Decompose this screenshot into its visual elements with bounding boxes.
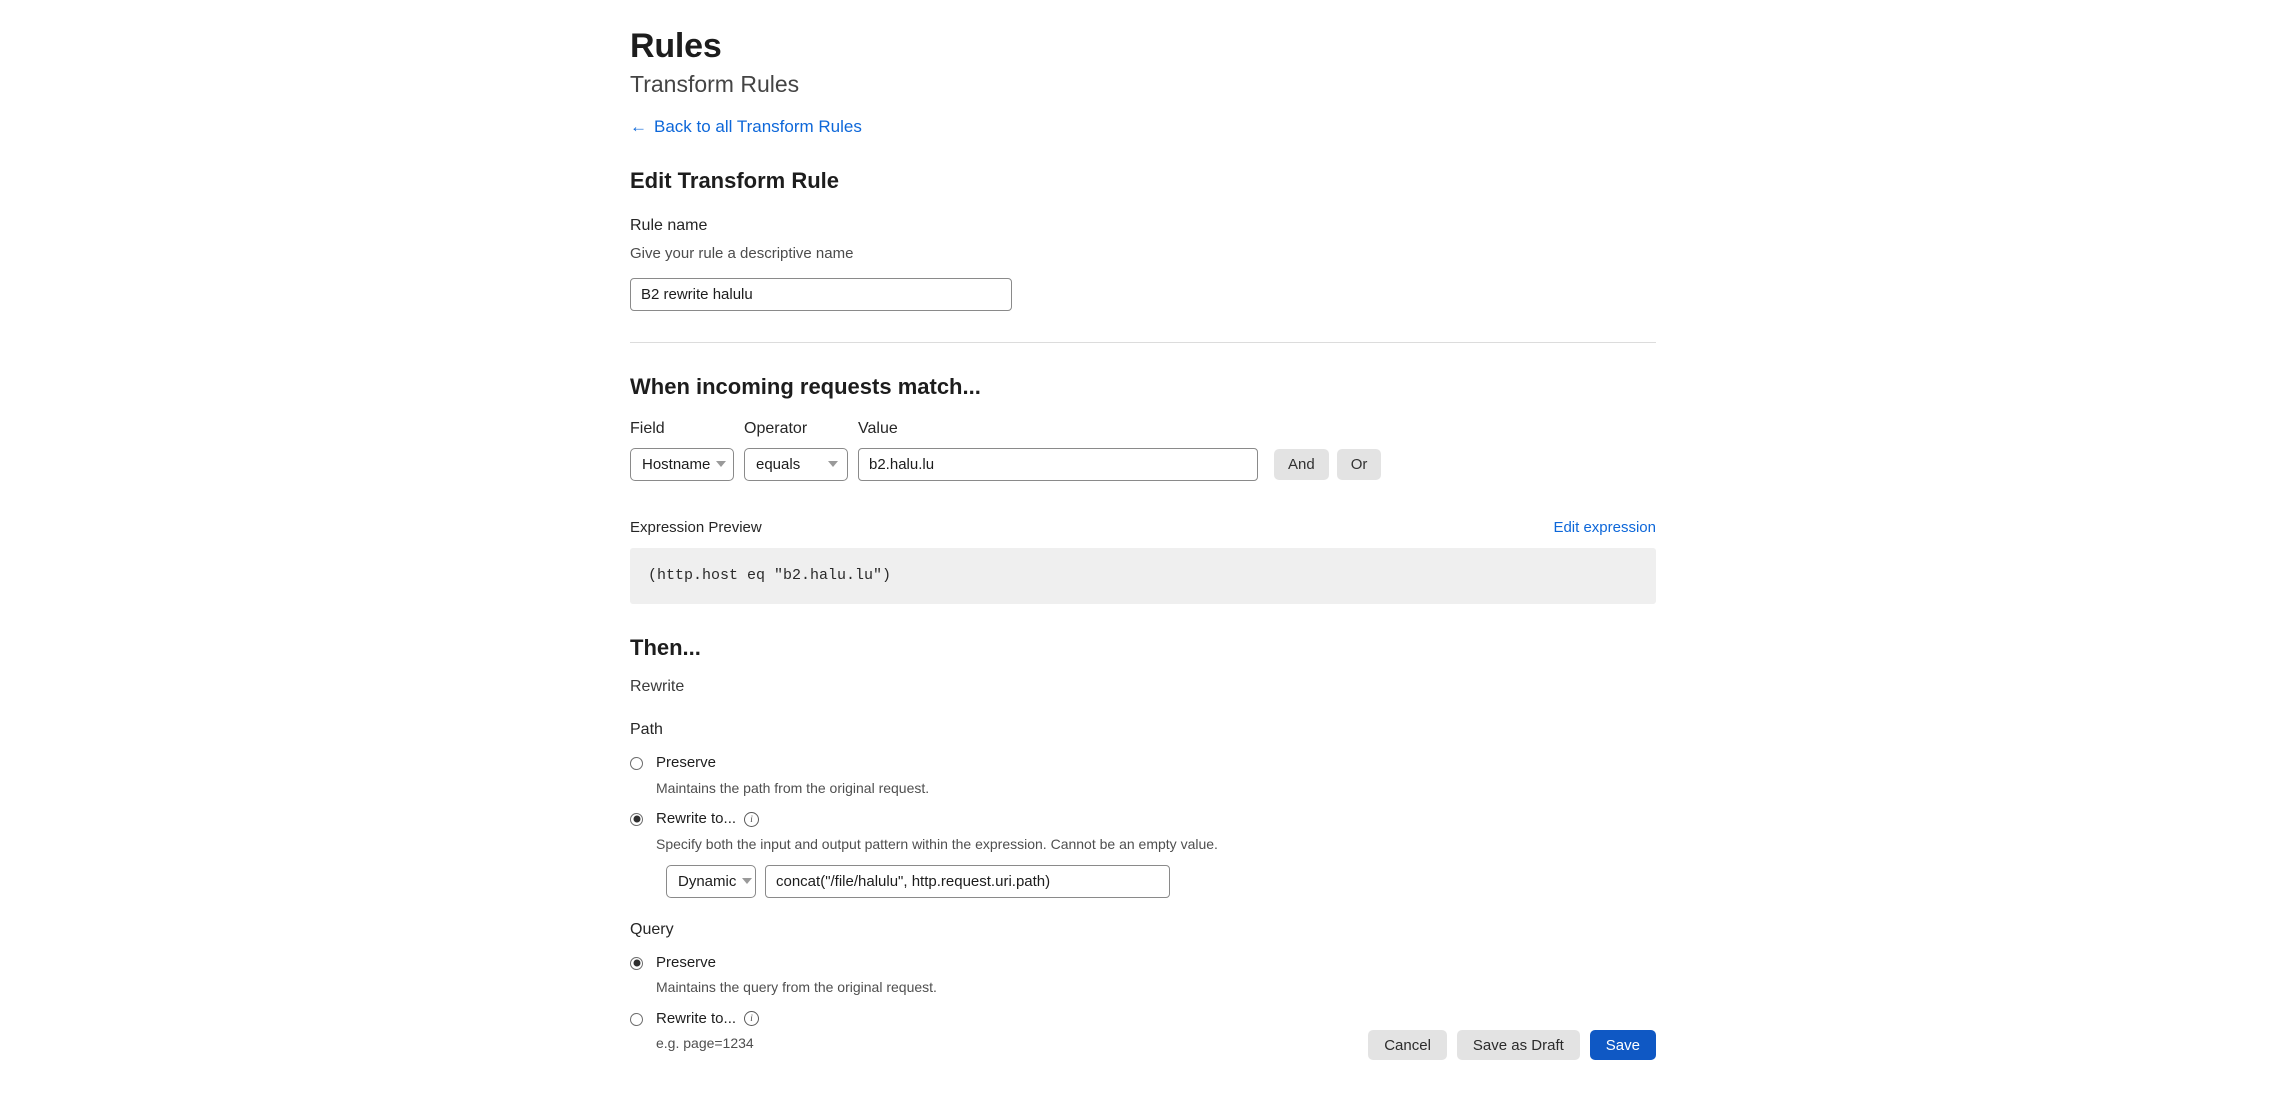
back-to-all-transform-rules-link[interactable]: ← Back to all Transform Rules	[630, 118, 862, 135]
expression-preview-label: Expression Preview	[630, 518, 762, 536]
rewrite-expression-input[interactable]: concat("/file/halulu", http.request.uri.…	[765, 864, 1170, 898]
path-preserve-body: Preserve Maintains the path from the ori…	[656, 754, 929, 797]
path-rewrite-title: Rewrite to... i	[656, 810, 1218, 829]
query-preserve-title: Preserve	[656, 954, 937, 973]
logic-buttons: And Or	[1274, 448, 1382, 481]
or-button[interactable]: Or	[1336, 448, 1382, 480]
operator-select-value: equals	[756, 455, 801, 473]
path-rewrite-radio[interactable]	[630, 812, 643, 826]
page-subtitle: Transform Rules	[630, 71, 800, 98]
path-group-label: Path	[630, 721, 663, 739]
edit-transform-rule-heading: Edit Transform Rule	[630, 167, 840, 193]
query-group-label: Query	[630, 920, 674, 938]
match-row: Field Hostname Operator equals Value b2.…	[630, 419, 1656, 481]
path-preserve-label: Preserve	[656, 753, 717, 771]
value-label: Value	[858, 420, 898, 437]
then-heading: Then...	[630, 634, 701, 660]
info-icon[interactable]: i	[744, 1011, 760, 1027]
save-button[interactable]: Save	[1589, 1030, 1656, 1060]
rule-name-input[interactable]: B2 rewrite halulu	[630, 277, 1012, 311]
operator-select[interactable]: equals	[744, 447, 848, 481]
edit-expression-link[interactable]: Edit expression	[1553, 519, 1656, 536]
query-preserve-desc: Maintains the query from the original re…	[656, 979, 937, 996]
and-button[interactable]: And	[1274, 448, 1329, 480]
path-option-preserve[interactable]: Preserve Maintains the path from the ori…	[630, 754, 1656, 797]
query-preserve-radio[interactable]	[630, 956, 643, 970]
rewrite-type-value: Dynamic	[678, 872, 737, 890]
rewrite-type-select[interactable]: Dynamic	[666, 864, 756, 898]
back-arrow-icon: ←	[630, 116, 647, 136]
query-preserve-body: Preserve Maintains the query from the or…	[656, 954, 937, 997]
field-select-value: Hostname	[642, 455, 711, 473]
value-column: Value b2.halu.lu	[858, 419, 1258, 481]
query-rewrite-radio[interactable]	[630, 1012, 643, 1026]
path-rewrite-body: Rewrite to... i Specify both the input a…	[656, 810, 1218, 898]
path-preserve-title: Preserve	[656, 754, 929, 773]
query-rewrite-title: Rewrite to... i	[656, 1009, 760, 1029]
chevron-down-icon	[828, 461, 838, 468]
back-link-label: Back to all Transform Rules	[654, 116, 862, 136]
path-rewrite-label: Rewrite to...	[656, 809, 737, 827]
path-rewrite-inputs: Dynamic concat("/file/halulu", http.requ…	[666, 864, 1218, 898]
info-icon[interactable]: i	[744, 811, 760, 827]
chevron-down-icon	[742, 878, 753, 885]
section-divider	[630, 341, 1656, 343]
operator-label: Operator	[744, 420, 808, 437]
path-rewrite-desc: Specify both the input and output patter…	[656, 835, 1218, 852]
field-label: Field	[630, 420, 665, 437]
cancel-button[interactable]: Cancel	[1368, 1030, 1447, 1060]
page-title: Rules	[630, 27, 722, 65]
then-action-label: Rewrite	[630, 678, 685, 696]
form-actions: Cancel Save as Draft Save	[630, 1030, 1656, 1060]
match-heading: When incoming requests match...	[630, 373, 981, 399]
expression-preview-box: (http.host eq "b2.halu.lu")	[630, 547, 1656, 604]
query-rewrite-label: Rewrite to...	[656, 1009, 737, 1027]
expression-preview-code: (http.host eq "b2.halu.lu")	[648, 567, 892, 585]
chevron-down-icon	[716, 461, 727, 468]
field-column: Field Hostname	[630, 419, 734, 481]
page-root: Rules Transform Rules ← Back to all Tran…	[0, 0, 2283, 1093]
rule-name-label: Rule name	[630, 217, 708, 235]
field-select[interactable]: Hostname	[630, 447, 734, 481]
path-preserve-radio[interactable]	[630, 756, 643, 770]
content-column: Rules Transform Rules ← Back to all Tran…	[630, 0, 1656, 1052]
value-input[interactable]: b2.halu.lu	[858, 447, 1258, 481]
path-option-rewrite[interactable]: Rewrite to... i Specify both the input a…	[630, 810, 1656, 898]
save-as-draft-button[interactable]: Save as Draft	[1456, 1030, 1580, 1060]
expression-preview-header: Expression Preview Edit expression	[630, 519, 1656, 536]
operator-column: Operator equals	[744, 419, 848, 481]
query-option-preserve[interactable]: Preserve Maintains the query from the or…	[630, 954, 1656, 997]
query-preserve-label: Preserve	[656, 953, 717, 971]
rule-name-help: Give your rule a descriptive name	[630, 245, 854, 262]
path-preserve-desc: Maintains the path from the original req…	[656, 779, 930, 796]
